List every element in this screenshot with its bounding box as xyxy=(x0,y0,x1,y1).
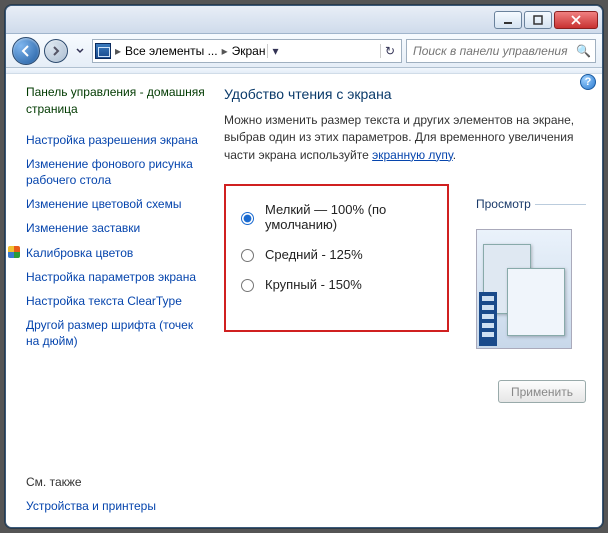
apply-button[interactable]: Применить xyxy=(498,380,586,403)
search-icon: 🔍 xyxy=(576,44,591,58)
nav-history-dropdown[interactable] xyxy=(72,39,88,63)
titlebar xyxy=(6,6,602,34)
sidebar-item-color-scheme[interactable]: Изменение цветовой схемы xyxy=(26,196,206,212)
breadcrumb-dropdown[interactable]: ▾ xyxy=(267,44,282,58)
refresh-button[interactable]: ↻ xyxy=(380,44,399,58)
option-small[interactable]: Мелкий — 100% (по умолчанию) xyxy=(236,202,437,232)
option-small-label: Мелкий — 100% (по умолчанию) xyxy=(265,202,437,232)
sidebar-home-link[interactable]: Панель управления - домашняя страница xyxy=(26,84,206,118)
address-bar: ▸ Все элементы ... ▸ Экран ▾ ↻ 🔍 xyxy=(6,34,602,68)
preview-taskbar-icon xyxy=(479,292,497,346)
sidebar-item-wallpaper[interactable]: Изменение фонового рисунка рабочего стол… xyxy=(26,156,206,188)
page-title: Удобство чтения с экрана xyxy=(224,86,586,102)
dpi-options-group: Мелкий — 100% (по умолчанию) Средний - 1… xyxy=(224,184,449,332)
option-medium[interactable]: Средний - 125% xyxy=(236,246,437,262)
breadcrumb-separator[interactable]: ▸ xyxy=(220,44,230,58)
apply-row: Применить xyxy=(224,380,586,403)
breadcrumb-separator[interactable]: ▸ xyxy=(113,44,123,58)
sidebar-item-resolution[interactable]: Настройка разрешения экрана xyxy=(26,132,206,148)
breadcrumb[interactable]: ▸ Все элементы ... ▸ Экран ▾ ↻ xyxy=(92,39,402,63)
close-button[interactable] xyxy=(554,11,598,29)
radio-small[interactable] xyxy=(241,212,254,225)
sidebar: Панель управления - домашняя страница На… xyxy=(6,74,218,527)
minimize-icon xyxy=(503,15,513,25)
preview-window-icon xyxy=(507,268,565,336)
preview-panel: Просмотр xyxy=(476,204,586,349)
control-panel-icon xyxy=(95,43,111,59)
forward-arrow-icon xyxy=(50,45,62,57)
breadcrumb-display[interactable]: Экран xyxy=(232,44,266,58)
search-box[interactable]: 🔍 xyxy=(406,39,596,63)
maximize-icon xyxy=(533,15,543,25)
preview-header: Просмотр xyxy=(476,204,586,221)
sidebar-item-cleartype[interactable]: Настройка текста ClearType xyxy=(26,293,206,309)
forward-button[interactable] xyxy=(44,39,68,63)
sidebar-item-calibrate-color[interactable]: Калибровка цветов xyxy=(26,245,206,261)
search-input[interactable] xyxy=(411,43,576,59)
chevron-down-icon xyxy=(76,47,84,55)
page-description: Можно изменить размер текста и других эл… xyxy=(224,112,586,164)
sidebar-item-screensaver[interactable]: Изменение заставки xyxy=(26,220,206,236)
option-large[interactable]: Крупный - 150% xyxy=(236,276,437,292)
body: Панель управления - домашняя страница На… xyxy=(6,74,602,527)
sidebar-task-list: Настройка разрешения экрана Изменение фо… xyxy=(26,132,206,350)
sidebar-see-also: См. также Устройства и принтеры xyxy=(26,475,206,513)
preview-image xyxy=(476,229,572,349)
back-button[interactable] xyxy=(12,37,40,65)
minimize-button[interactable] xyxy=(494,11,522,29)
option-large-label: Крупный - 150% xyxy=(265,277,362,292)
back-arrow-icon xyxy=(19,44,33,58)
option-medium-label: Средний - 125% xyxy=(265,247,363,262)
radio-large[interactable] xyxy=(241,279,254,292)
content-pane: Удобство чтения с экрана Можно изменить … xyxy=(218,74,602,527)
control-panel-window: ▸ Все элементы ... ▸ Экран ▾ ↻ 🔍 ? Панел… xyxy=(5,5,603,528)
magnifier-link[interactable]: экранную лупу xyxy=(372,148,453,162)
desc-text-2: . xyxy=(453,148,456,162)
sidebar-item-custom-dpi[interactable]: Другой размер шрифта (точек на дюйм) xyxy=(26,317,206,349)
sidebar-item-display-params[interactable]: Настройка параметров экрана xyxy=(26,269,206,285)
preview-header-text: Просмотр xyxy=(476,197,535,211)
breadcrumb-all-items[interactable]: Все элементы ... xyxy=(125,44,218,58)
close-icon xyxy=(571,15,581,25)
maximize-button[interactable] xyxy=(524,11,552,29)
radio-medium[interactable] xyxy=(241,249,254,262)
see-also-devices-printers[interactable]: Устройства и принтеры xyxy=(26,499,156,513)
see-also-header: См. также xyxy=(26,475,206,489)
